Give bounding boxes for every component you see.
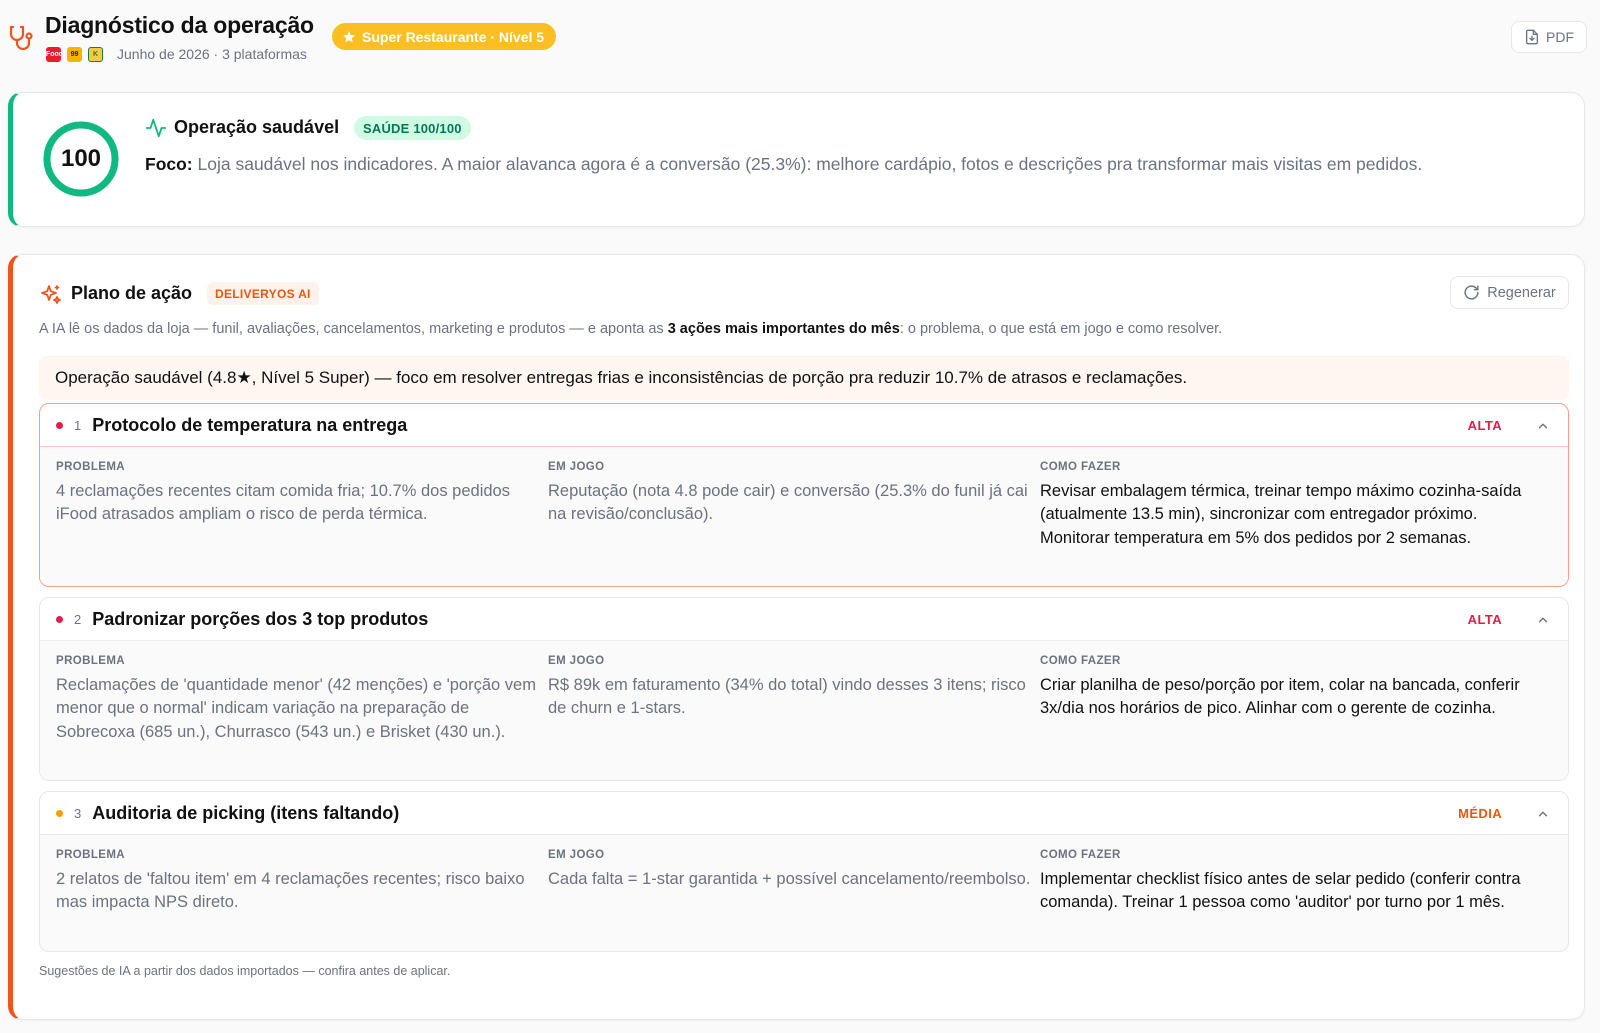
health-title: Operação saudável: [174, 117, 340, 137]
sparkles-icon: [41, 285, 61, 304]
problem-column: PROBLEMA Reclamações de 'quantidade meno…: [56, 655, 548, 780]
priority-label: ALTA: [1467, 418, 1502, 433]
priority-label: ALTA: [1467, 612, 1502, 627]
stake-text: Reputação (nota 4.8 pode cair) e convers…: [548, 482, 1028, 524]
health-focus: Foco: Loja saudável nos indicadores. A m…: [145, 149, 1535, 179]
action-item-body: PROBLEMA Reclamações de 'quantidade meno…: [40, 641, 1568, 780]
stake-label: EM JOGO: [548, 461, 605, 473]
chevron-up-icon[interactable]: [1536, 807, 1550, 821]
pdf-button-label: PDF: [1546, 29, 1574, 45]
priority-dot: [56, 421, 63, 429]
health-card: 100 Operação saudável SAÚDE 100/100 Foco…: [8, 92, 1585, 227]
file-download-icon: [1526, 29, 1538, 45]
ifood-logo: iFood: [44, 46, 63, 62]
how-label: COMO FAZER: [1040, 655, 1121, 667]
action-item-header[interactable]: 3 Auditoria de picking (itens faltando) …: [40, 792, 1568, 835]
ai-disclaimer: Sugestões de IA a partir dos dados impor…: [39, 964, 451, 978]
problem-text: 4 reclamações recentes citam comida fria…: [56, 482, 510, 524]
pdf-button[interactable]: PDF: [1511, 21, 1587, 53]
plan-description: A IA lê os dados da loja — funil, avalia…: [39, 321, 1222, 337]
period-subtitle: Junho de 2026 · 3 plataformas: [117, 46, 307, 62]
action-plan-card: Plano de ação DELIVERYOS AI Regenerar A …: [8, 254, 1585, 1020]
action-item-body: PROBLEMA 2 relatos de 'faltou item' em 4…: [40, 835, 1568, 951]
how-text: Revisar embalagem térmica, treinar tempo…: [1040, 482, 1522, 547]
how-column: COMO FAZER Implementar checklist físico …: [1040, 849, 1532, 951]
stake-column: EM JOGO Cada falta = 1-star garantida + …: [548, 849, 1040, 951]
plan-summary: Operação saudável (4.8★, Nível 5 Super) …: [39, 356, 1569, 400]
action-number: 3: [74, 805, 82, 821]
stake-text: R$ 89k em faturamento (34% do total) vin…: [548, 676, 1026, 718]
health-score-value: 100: [60, 145, 102, 172]
action-number: 1: [74, 417, 82, 433]
problem-text: 2 relatos de 'faltou item' em 4 reclamaç…: [56, 870, 525, 912]
keeta-logo: K: [88, 46, 103, 62]
action-number: 2: [74, 611, 82, 627]
chevron-up-icon[interactable]: [1536, 613, 1550, 627]
priority-label: MÉDIA: [1458, 806, 1502, 821]
stake-label: EM JOGO: [548, 849, 605, 861]
stake-text: Cada falta = 1-star garantida + possível…: [548, 870, 1031, 888]
focus-label: Foco:: [145, 154, 193, 174]
plan-desc-pre: A IA lê os dados da loja — funil, avalia…: [39, 321, 668, 337]
how-text: Criar planilha de peso/porção por item, …: [1040, 676, 1520, 718]
how-column: COMO FAZER Revisar embalagem térmica, tr…: [1040, 461, 1532, 586]
page-header: Diagnóstico da operação Super Restaurant…: [0, 0, 1600, 80]
header-subtitle-row: iFood 99 K Junho de 2026 · 3 plataformas: [44, 46, 307, 62]
level-badge: Super Restaurante · Nível 5: [332, 23, 557, 50]
problem-column: PROBLEMA 2 relatos de 'faltou item' em 4…: [56, 849, 548, 951]
problem-text: Reclamações de 'quantidade menor' (42 me…: [56, 676, 536, 741]
action-item-3: 3 Auditoria de picking (itens faltando) …: [39, 791, 1569, 952]
action-title: Auditoria de picking (itens faltando): [92, 802, 400, 823]
chevron-up-icon[interactable]: [1536, 419, 1550, 433]
stake-label: EM JOGO: [548, 655, 605, 667]
action-title: Protocolo de temperatura na entrega: [92, 414, 408, 435]
action-item-header[interactable]: 1 Protocolo de temperatura na entrega AL…: [40, 404, 1568, 447]
page-title: Diagnóstico da operação: [45, 12, 314, 38]
priority-dot: [56, 809, 63, 817]
star-icon: [343, 30, 355, 42]
how-label: COMO FAZER: [1040, 849, 1121, 861]
problem-label: PROBLEMA: [56, 849, 126, 861]
problem-column: PROBLEMA 4 reclamações recentes citam co…: [56, 461, 548, 586]
problem-label: PROBLEMA: [56, 655, 126, 667]
plan-title: Plano de ação: [71, 283, 193, 303]
priority-dot: [56, 615, 63, 623]
how-text: Implementar checklist físico antes de se…: [1040, 870, 1521, 912]
pulse-icon: [145, 118, 167, 138]
99food-logo: 99: [67, 46, 82, 62]
regenerate-label: Regenerar: [1487, 284, 1556, 301]
action-item-1: 1 Protocolo de temperatura na entrega AL…: [39, 403, 1569, 587]
stake-column: EM JOGO R$ 89k em faturamento (34% do to…: [548, 655, 1040, 780]
stethoscope-icon: [9, 25, 33, 51]
action-title: Padronizar porções dos 3 top produtos: [92, 608, 429, 629]
action-item-body: PROBLEMA 4 reclamações recentes citam co…: [40, 447, 1568, 586]
how-label: COMO FAZER: [1040, 461, 1121, 473]
action-item-2: 2 Padronizar porções dos 3 top produtos …: [39, 597, 1569, 781]
plan-desc-post: : o problema, o que está em jogo e como …: [899, 321, 1223, 337]
focus-text: Loja saudável nos indicadores. A maior a…: [197, 154, 1423, 174]
problem-label: PROBLEMA: [56, 461, 126, 473]
ai-badge: DELIVERYOS AI: [207, 282, 319, 305]
regenerate-button[interactable]: Regenerar: [1450, 276, 1569, 309]
how-column: COMO FAZER Criar planilha de peso/porção…: [1040, 655, 1532, 780]
health-badge: SAÚDE 100/100: [354, 116, 471, 140]
plan-desc-bold: 3 ações mais importantes do mês: [667, 321, 900, 337]
stake-column: EM JOGO Reputação (nota 4.8 pode cair) e…: [548, 461, 1040, 586]
level-badge-label: Super Restaurante · Nível 5: [362, 28, 545, 45]
refresh-icon: [1464, 285, 1479, 300]
action-item-header[interactable]: 2 Padronizar porções dos 3 top produtos …: [40, 598, 1568, 641]
